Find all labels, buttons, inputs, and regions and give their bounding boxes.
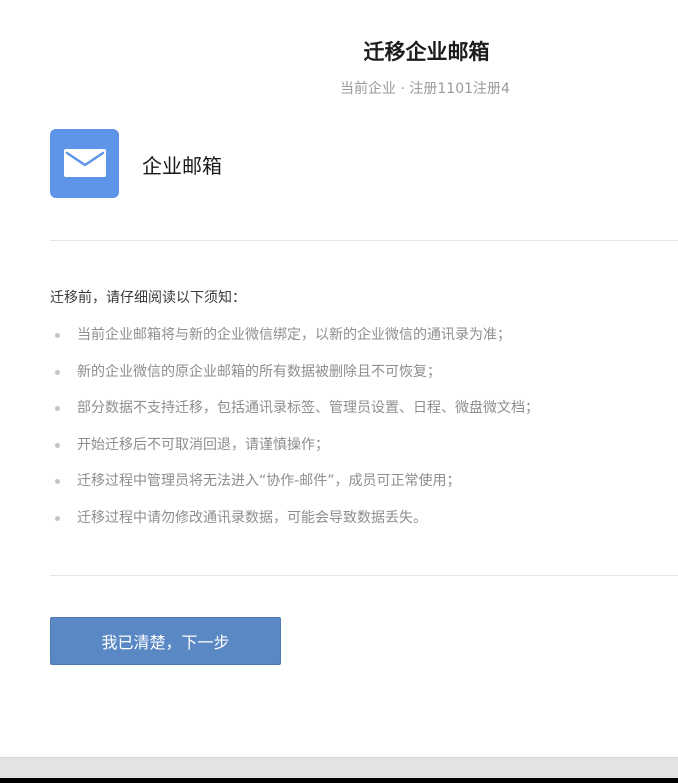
bullet-dot: [55, 515, 60, 521]
notice-item-text: 新的企业微信的原企业邮箱的所有数据被删除且不可恢复；: [77, 363, 441, 380]
envelope-glyph: [64, 149, 106, 177]
notice-item: 迁移过程中管理员将无法进入“协作-邮件”，成员可正常使用；: [50, 471, 539, 508]
notice-item-text: 开始迁移后不可取消回退，请谨慎操作；: [77, 436, 329, 453]
notice-item: 迁移过程中请勿修改通讯录数据，可能会导致数据丢失。: [50, 508, 539, 545]
notice-item: 新的企业微信的原企业邮箱的所有数据被删除且不可恢复；: [50, 362, 539, 399]
page-subtitle: 当前企业 · 注册1101注册4: [340, 81, 510, 97]
notice-heading: 迁移前，请仔细阅读以下须知：: [50, 290, 246, 306]
next-step-button[interactable]: 我已清楚，下一步: [50, 617, 281, 665]
migration-page: 迁移企业邮箱 当前企业 · 注册1101注册4 企业邮箱 迁移前，请仔细阅读以下…: [0, 0, 678, 757]
notice-item: 部分数据不支持迁移，包括通讯录标签、管理员设置、日程、微盘微文档；: [50, 398, 539, 435]
notice-item-text: 迁移过程中管理员将无法进入“协作-邮件”，成员可正常使用；: [77, 473, 461, 489]
notice-item: 当前企业邮箱将与新的企业微信绑定，以新的企业微信的通讯录为准；: [50, 325, 539, 362]
notice-item-text: 迁移过程中请勿修改通讯录数据，可能会导致数据丢失。: [77, 509, 427, 526]
bullet-dot: [55, 333, 60, 338]
bullet-dot: [55, 479, 60, 484]
bullet-dot: [55, 406, 60, 411]
page-title: 迁移企业邮箱: [363, 40, 490, 64]
section-divider-bottom: [50, 575, 678, 576]
bullet-dot: [55, 369, 60, 375]
section-divider-top: [50, 240, 678, 241]
notice-item-text: 部分数据不支持迁移，包括通讯录标签、管理员设置、日程、微盘微文档；: [77, 400, 539, 416]
bullet-dot: [55, 442, 60, 448]
notice-item-text: 当前企业邮箱将与新的企业微信绑定，以新的企业微信的通讯录为准；: [77, 327, 511, 343]
product-name: 企业邮箱: [142, 154, 222, 178]
notice-list: 当前企业邮箱将与新的企业微信绑定，以新的企业微信的通讯录为准； 新的企业微信的原…: [50, 325, 539, 544]
mail-envelope-icon: [50, 129, 119, 198]
window-bottom-bar: [0, 757, 678, 778]
notice-item: 开始迁移后不可取消回退，请谨慎操作；: [50, 435, 539, 472]
